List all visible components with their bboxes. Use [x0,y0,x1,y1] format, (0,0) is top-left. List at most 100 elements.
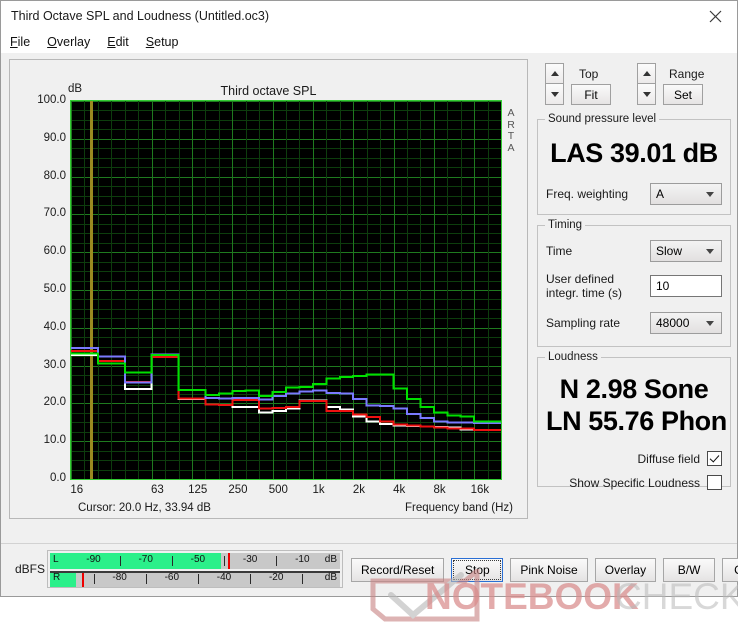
menu-overlay-rest: verlay [56,35,91,49]
y-axis-tick-label: 90.0 [43,131,66,144]
menu-item-file[interactable]: File [10,33,39,51]
y-axis-tick-label: 100.0 [37,94,66,106]
y-axis-tick-label: 60.0 [43,245,66,258]
y-axis: 0.0 10.0 20.0 30.0 40.0 50.0 60.0 70.0 80.0 90.0 1… [14,60,66,518]
menu-edit-rest: dit [115,35,129,49]
specific-loudness-checkbox[interactable] [707,475,722,490]
chevron-down-icon [642,91,651,97]
title-bar: Third Octave SPL and Loudness (Untitled.… [1,1,737,31]
timing-group-legend: Timing [545,219,586,231]
level-meter-divider [50,571,340,573]
freq-weighting-value: A [656,187,665,201]
chevron-down-icon [706,192,714,197]
stop-button[interactable]: Stop [451,558,504,582]
y-axis-tick-label: 30.0 [43,358,66,371]
cursor-readout: Cursor: 20.0 Hz, 33.94 dB [78,502,211,514]
overlay-button[interactable]: Overlay [594,558,657,582]
level-meter-scale-label: -40 [216,572,232,583]
loudness-group-legend: Loudness [545,351,601,363]
spl-group-legend: Sound pressure level [545,113,660,125]
plot-area[interactable] [70,100,502,480]
dbfs-label: dBFS [15,562,46,576]
timing-group: Timing Time Slow User defined integr. ti… [537,219,731,347]
time-select[interactable]: Slow [650,240,722,262]
chart-title: Third octave SPL [220,84,317,98]
y-axis-tick-label: 80.0 [43,169,66,182]
level-meter-scale-label: -50 [190,554,206,565]
level-meter-tick [119,556,121,566]
sound-pressure-level-group: Sound pressure level LAS 39.01 dB Freq. … [537,113,731,215]
integration-time-label-line2: integr. time (s) [546,286,623,300]
right-panel: Top Fit Range Set Sound pressure level L… [537,59,731,579]
chevron-down-icon [706,249,714,254]
set-button[interactable]: Set [663,84,703,105]
record-reset-button[interactable]: Record/Reset [351,558,445,582]
level-meter-left-peak [228,553,231,569]
x-axis-tick-label: 500 [268,484,288,496]
y-axis-tick-label: 10.0 [43,434,66,447]
chevron-down-icon [550,91,559,97]
x-axis-tick-label: 250 [228,484,248,496]
sampling-rate-label: Sampling rate [546,316,621,330]
range-spinner-up-button[interactable] [637,63,656,84]
menu-item-setup[interactable]: Setup [146,33,188,51]
loudness-sone-readout: N 2.98 Sone [559,374,709,404]
top-spinner-down-button[interactable] [545,84,564,105]
range-spinner-down-button[interactable] [637,84,656,105]
menu-file-mnemonic: F [10,35,18,49]
level-meter-scale-label: -30 [242,554,258,565]
level-meter-tick [276,556,278,566]
x-axis-tick-label: 1k [312,484,325,496]
freq-weighting-select[interactable]: A [650,183,722,205]
loudness-group: Loudness N 2.98 Sone LN 55.76 Phon Diffu… [537,351,731,490]
menu-item-edit[interactable]: Edit [107,33,138,51]
arta-watermark-letter: T [507,130,515,142]
range-spinner[interactable] [637,63,656,105]
time-label: Time [546,244,573,258]
level-meter-scale-label: -80 [112,572,127,583]
chart-panel: dB Third octave SPL 0.0 10.0 20.0 30.0 40.0 5… [9,59,528,519]
y-axis-tick-label: 70.0 [43,207,66,220]
y-axis-tick-label: 0.0 [50,472,66,484]
menu-overlay-mnemonic: O [47,35,57,49]
integration-time-input[interactable]: 10 [650,275,722,297]
top-spinner-up-button[interactable] [545,63,564,84]
copy-button[interactable]: Copy [722,558,738,582]
level-meter-tick [250,574,252,584]
x-axis-tick-label: 16 [70,484,84,496]
level-meter-tick [145,574,147,584]
y-axis-tick-label: 20.0 [43,396,66,409]
range-label: Range [669,67,705,81]
bottom-bar: dBFS L dB -90 -70 -50 -30 -10 R dB -80 -60 -40… [1,543,738,596]
menu-item-overlay[interactable]: Overlay [47,33,99,51]
x-axis: 16 63 125 250 500 1k 2k 4k 8k 16k [10,484,527,500]
diffuse-field-checkbox[interactable] [707,451,722,466]
close-icon[interactable] [693,1,737,31]
arta-watermark-letter: A [507,141,515,154]
level-meter-scale-label: -90 [86,554,101,565]
loudness-phon-readout: LN 55.76 Phon [546,406,727,436]
bw-button[interactable]: B/W [663,558,716,582]
x-axis-tick-label: 2k [352,484,365,496]
fit-button[interactable]: Fit [571,84,611,105]
top-spinner[interactable] [545,63,564,105]
arta-watermark-letter: A [507,107,515,119]
menu-setup-rest: etup [154,35,179,49]
chevron-up-icon [642,71,651,76]
diffuse-field-label: Diffuse field [637,451,700,466]
x-axis-tick-label: 63 [150,484,164,496]
x-axis-tick-label: 16k [470,484,490,496]
level-meter-scale-label: -60 [164,572,180,583]
level-meter-left-channel: L dB -90 -70 -50 -30 -10 [50,553,340,569]
x-axis-tick-label: 4k [393,484,406,496]
time-value: Slow [656,244,683,258]
pink-noise-button[interactable]: Pink Noise [510,558,588,582]
level-meter-right-peak [81,571,84,587]
sampling-rate-select[interactable]: 48000 [650,312,722,334]
scale-controls-row: Top Fit Range Set [537,59,731,109]
transport-button-row: Record/Reset Stop Pink Noise Overlay B/W… [351,558,738,582]
level-meter-tick [93,574,95,584]
integration-time-label-line1: User defined [546,272,615,286]
specific-loudness-label: Show Specific Loudness [569,475,700,490]
level-meter-scale-label: -10 [295,554,310,565]
